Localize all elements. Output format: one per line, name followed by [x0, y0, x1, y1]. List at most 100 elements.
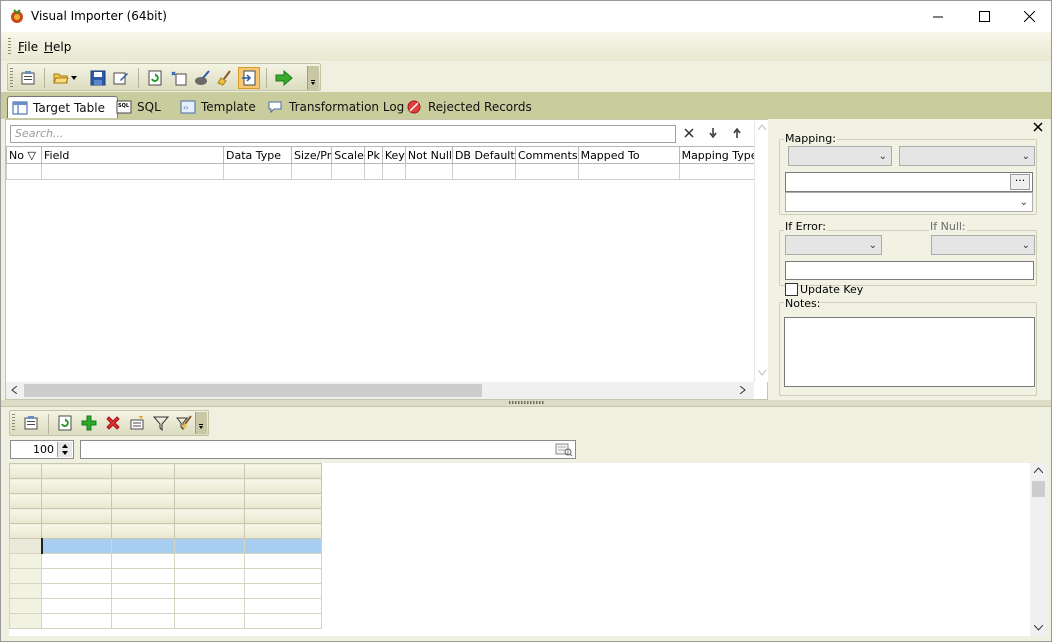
column-header-db-default[interactable]: DB Default: [451, 146, 516, 164]
tools-icon[interactable]: [191, 67, 213, 89]
tab-transformation-log[interactable]: Transformation Log: [268, 96, 404, 118]
run-import-arrow-icon[interactable]: [273, 67, 295, 89]
row-limit-value: 100: [33, 443, 54, 456]
target-fields-table[interactable]: No ▽ Field Data Type Size/Pr Scale Pk Ke…: [6, 146, 760, 180]
menu-grip[interactable]: [8, 38, 11, 56]
scroll-down-icon[interactable]: [1034, 625, 1043, 631]
column-header-not-null[interactable]: Not Null: [404, 146, 453, 164]
data-toolbar: [9, 410, 209, 436]
svg-text:SQL: SQL: [118, 103, 130, 109]
mapping-type-combo[interactable]: ⌄: [899, 146, 1035, 166]
chevron-down-icon: ⌄: [1021, 151, 1030, 162]
close-panel-icon[interactable]: [1033, 122, 1045, 134]
vertical-scroll-thumb[interactable]: [1032, 481, 1045, 497]
clean-broom-icon[interactable]: [214, 67, 236, 89]
title-bar: Visual Importer (64bit): [1, 1, 1051, 32]
tab-sql[interactable]: SQL SQL: [116, 96, 161, 118]
properties-icon[interactable]: [17, 67, 39, 89]
tab-target-table[interactable]: Target Table: [7, 96, 118, 118]
scroll-up-icon[interactable]: [1034, 467, 1043, 473]
search-previous-icon[interactable]: [730, 126, 744, 140]
filter-builder-icon[interactable]: [555, 442, 573, 457]
add-row-plus-icon[interactable]: [78, 412, 100, 434]
mapping-value-combo[interactable]: ⌄: [785, 192, 1033, 212]
table-row[interactable]: [9, 508, 322, 524]
menu-help[interactable]: Help: [44, 40, 71, 54]
browse-button[interactable]: ···: [1010, 174, 1030, 190]
if-error-combo[interactable]: ⌄: [785, 235, 882, 255]
scroll-up-icon[interactable]: [758, 124, 766, 130]
row-limit-stepper[interactable]: 100: [10, 440, 74, 459]
new-document-icon[interactable]: [168, 67, 190, 89]
column-header-comments[interactable]: Comments: [514, 146, 579, 164]
clear-filter-icon[interactable]: [173, 412, 195, 434]
table-row[interactable]: [9, 613, 322, 629]
import-toggle-icon[interactable]: [238, 67, 260, 89]
table-icon: [12, 101, 28, 114]
data-toolbar-grip[interactable]: [12, 414, 15, 432]
close-button[interactable]: [1006, 1, 1051, 32]
column-header-field[interactable]: Field: [41, 146, 224, 164]
stepper-arrows-icon[interactable]: [57, 442, 72, 457]
table-row[interactable]: [9, 598, 322, 614]
source-data-grid[interactable]: [9, 463, 1044, 636]
tab-rejected-records[interactable]: Rejected Records: [407, 96, 532, 118]
table-row[interactable]: [9, 463, 322, 479]
sql-icon: SQL: [116, 100, 132, 114]
data-properties-icon[interactable]: [20, 412, 42, 434]
table-row[interactable]: [9, 523, 322, 539]
refresh-icon[interactable]: [144, 67, 166, 89]
table-row[interactable]: [9, 493, 322, 509]
menu-file[interactable]: File: [18, 40, 38, 54]
mapping-expression-field[interactable]: ···: [785, 172, 1033, 192]
table-row[interactable]: [9, 583, 322, 599]
table-row[interactable]: [6, 163, 760, 180]
error-value-field[interactable]: [785, 261, 1034, 280]
edit-columns-icon[interactable]: [126, 412, 148, 434]
maximize-button[interactable]: [961, 1, 1007, 32]
table-row[interactable]: [9, 568, 322, 584]
column-header-pk[interactable]: Pk: [363, 146, 383, 164]
search-next-icon[interactable]: [706, 126, 720, 140]
filter-icon[interactable]: [150, 412, 172, 434]
data-toolbar-overflow-chevron[interactable]: [195, 412, 207, 434]
data-grid-vertical-scrollbar[interactable]: [1030, 463, 1047, 636]
source-data-table[interactable]: [9, 463, 322, 629]
open-dropdown-icon[interactable]: [68, 67, 80, 89]
notes-textarea[interactable]: [784, 317, 1035, 387]
data-filter-field[interactable]: [80, 440, 576, 459]
table-row[interactable]: [9, 553, 322, 569]
update-key-checkbox[interactable]: [785, 283, 798, 296]
horizontal-scrollbar[interactable]: [6, 382, 754, 399]
scroll-right-icon[interactable]: [740, 386, 746, 394]
minimize-button[interactable]: [915, 1, 961, 32]
column-header-no[interactable]: No ▽: [6, 146, 42, 164]
scroll-down-icon[interactable]: [758, 370, 766, 376]
search-input[interactable]: Search...: [10, 125, 676, 143]
data-refresh-icon[interactable]: [54, 412, 76, 434]
main-toolbar: [7, 63, 321, 91]
source-data-pane: 100: [1, 406, 1051, 641]
splitter-grip[interactable]: [509, 401, 545, 404]
column-header-mapped-to[interactable]: Mapped To: [577, 146, 680, 164]
table-row[interactable]: [9, 538, 322, 554]
chevron-down-icon: ⌄: [868, 240, 877, 251]
table-row[interactable]: [9, 478, 322, 494]
column-header-data-type[interactable]: Data Type: [223, 146, 292, 164]
horizontal-scroll-thumb[interactable]: [24, 384, 482, 397]
delete-row-icon[interactable]: [102, 412, 124, 434]
vertical-scrollbar[interactable]: [754, 120, 768, 382]
toolbar-overflow-chevron[interactable]: [307, 66, 319, 90]
column-header-size[interactable]: Size/Pr: [290, 146, 333, 164]
clear-search-icon[interactable]: [682, 126, 696, 140]
column-header-scale[interactable]: Scale: [331, 146, 365, 164]
tab-template[interactable]: ‹› Template: [180, 96, 256, 118]
column-header-key[interactable]: Key: [381, 146, 406, 164]
save-as-icon[interactable]: [110, 67, 132, 89]
toolbar-grip[interactable]: [10, 68, 13, 88]
scroll-left-icon[interactable]: [11, 386, 17, 394]
mapping-source-combo[interactable]: ⌄: [788, 146, 892, 166]
save-icon[interactable]: [87, 67, 109, 89]
column-header-mapping-type[interactable]: Mapping Type: [678, 146, 760, 164]
if-null-combo[interactable]: ⌄: [931, 235, 1035, 255]
